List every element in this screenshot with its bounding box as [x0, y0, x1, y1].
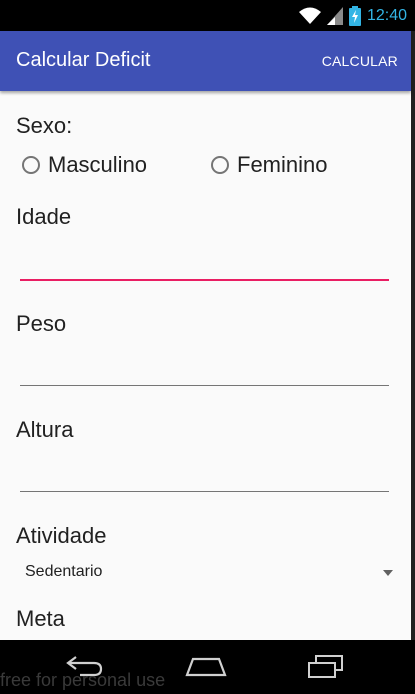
atividade-spinner[interactable]: Sedentario: [16, 559, 393, 587]
idade-underline: [20, 279, 389, 281]
meta-label: Meta: [16, 606, 65, 631]
idade-input[interactable]: [20, 243, 389, 283]
wifi-icon: [298, 7, 321, 24]
app-toolbar: Calcular Deficit CALCULAR: [0, 31, 411, 91]
radio-feminino[interactable]: Feminino: [211, 152, 327, 178]
idade-label: Idade: [16, 204, 72, 229]
status-icons: 12:40: [298, 5, 407, 27]
status-bar: 12:40: [0, 0, 415, 31]
radio-label-feminino: Feminino: [237, 152, 328, 177]
recent-apps-icon[interactable]: [306, 653, 346, 679]
radio-label-masculino: Masculino: [48, 152, 148, 177]
radio-circle-icon: [211, 156, 229, 174]
watermark-text: free for personal use: [0, 670, 166, 690]
radio-masculino[interactable]: Masculino: [22, 152, 147, 178]
peso-underline: [20, 385, 389, 386]
peso-input[interactable]: [20, 349, 389, 389]
form-content: Sexo: Masculino Feminino Idade Peso Altu…: [0, 91, 411, 640]
sexo-radio-group: Masculino Feminino: [22, 152, 402, 182]
page-title: Calcular Deficit: [16, 49, 151, 71]
signal-icon: [326, 7, 343, 25]
navigation-bar: free for personal use: [0, 640, 415, 694]
atividade-label: Atividade: [16, 523, 107, 548]
radio-circle-icon: [22, 156, 40, 174]
sexo-label: Sexo:: [16, 113, 73, 138]
window-edge: [411, 31, 415, 640]
battery-charging-icon: [348, 6, 361, 26]
home-icon[interactable]: [185, 653, 227, 679]
peso-label: Peso: [16, 311, 67, 336]
dropdown-arrow-icon: [383, 570, 393, 576]
altura-input[interactable]: [20, 455, 389, 495]
atividade-selected-value: Sedentario: [25, 563, 103, 580]
altura-underline: [20, 491, 389, 492]
altura-label: Altura: [16, 417, 74, 442]
status-time: 12:40: [366, 7, 407, 24]
calcular-button[interactable]: CALCULAR: [322, 53, 398, 69]
